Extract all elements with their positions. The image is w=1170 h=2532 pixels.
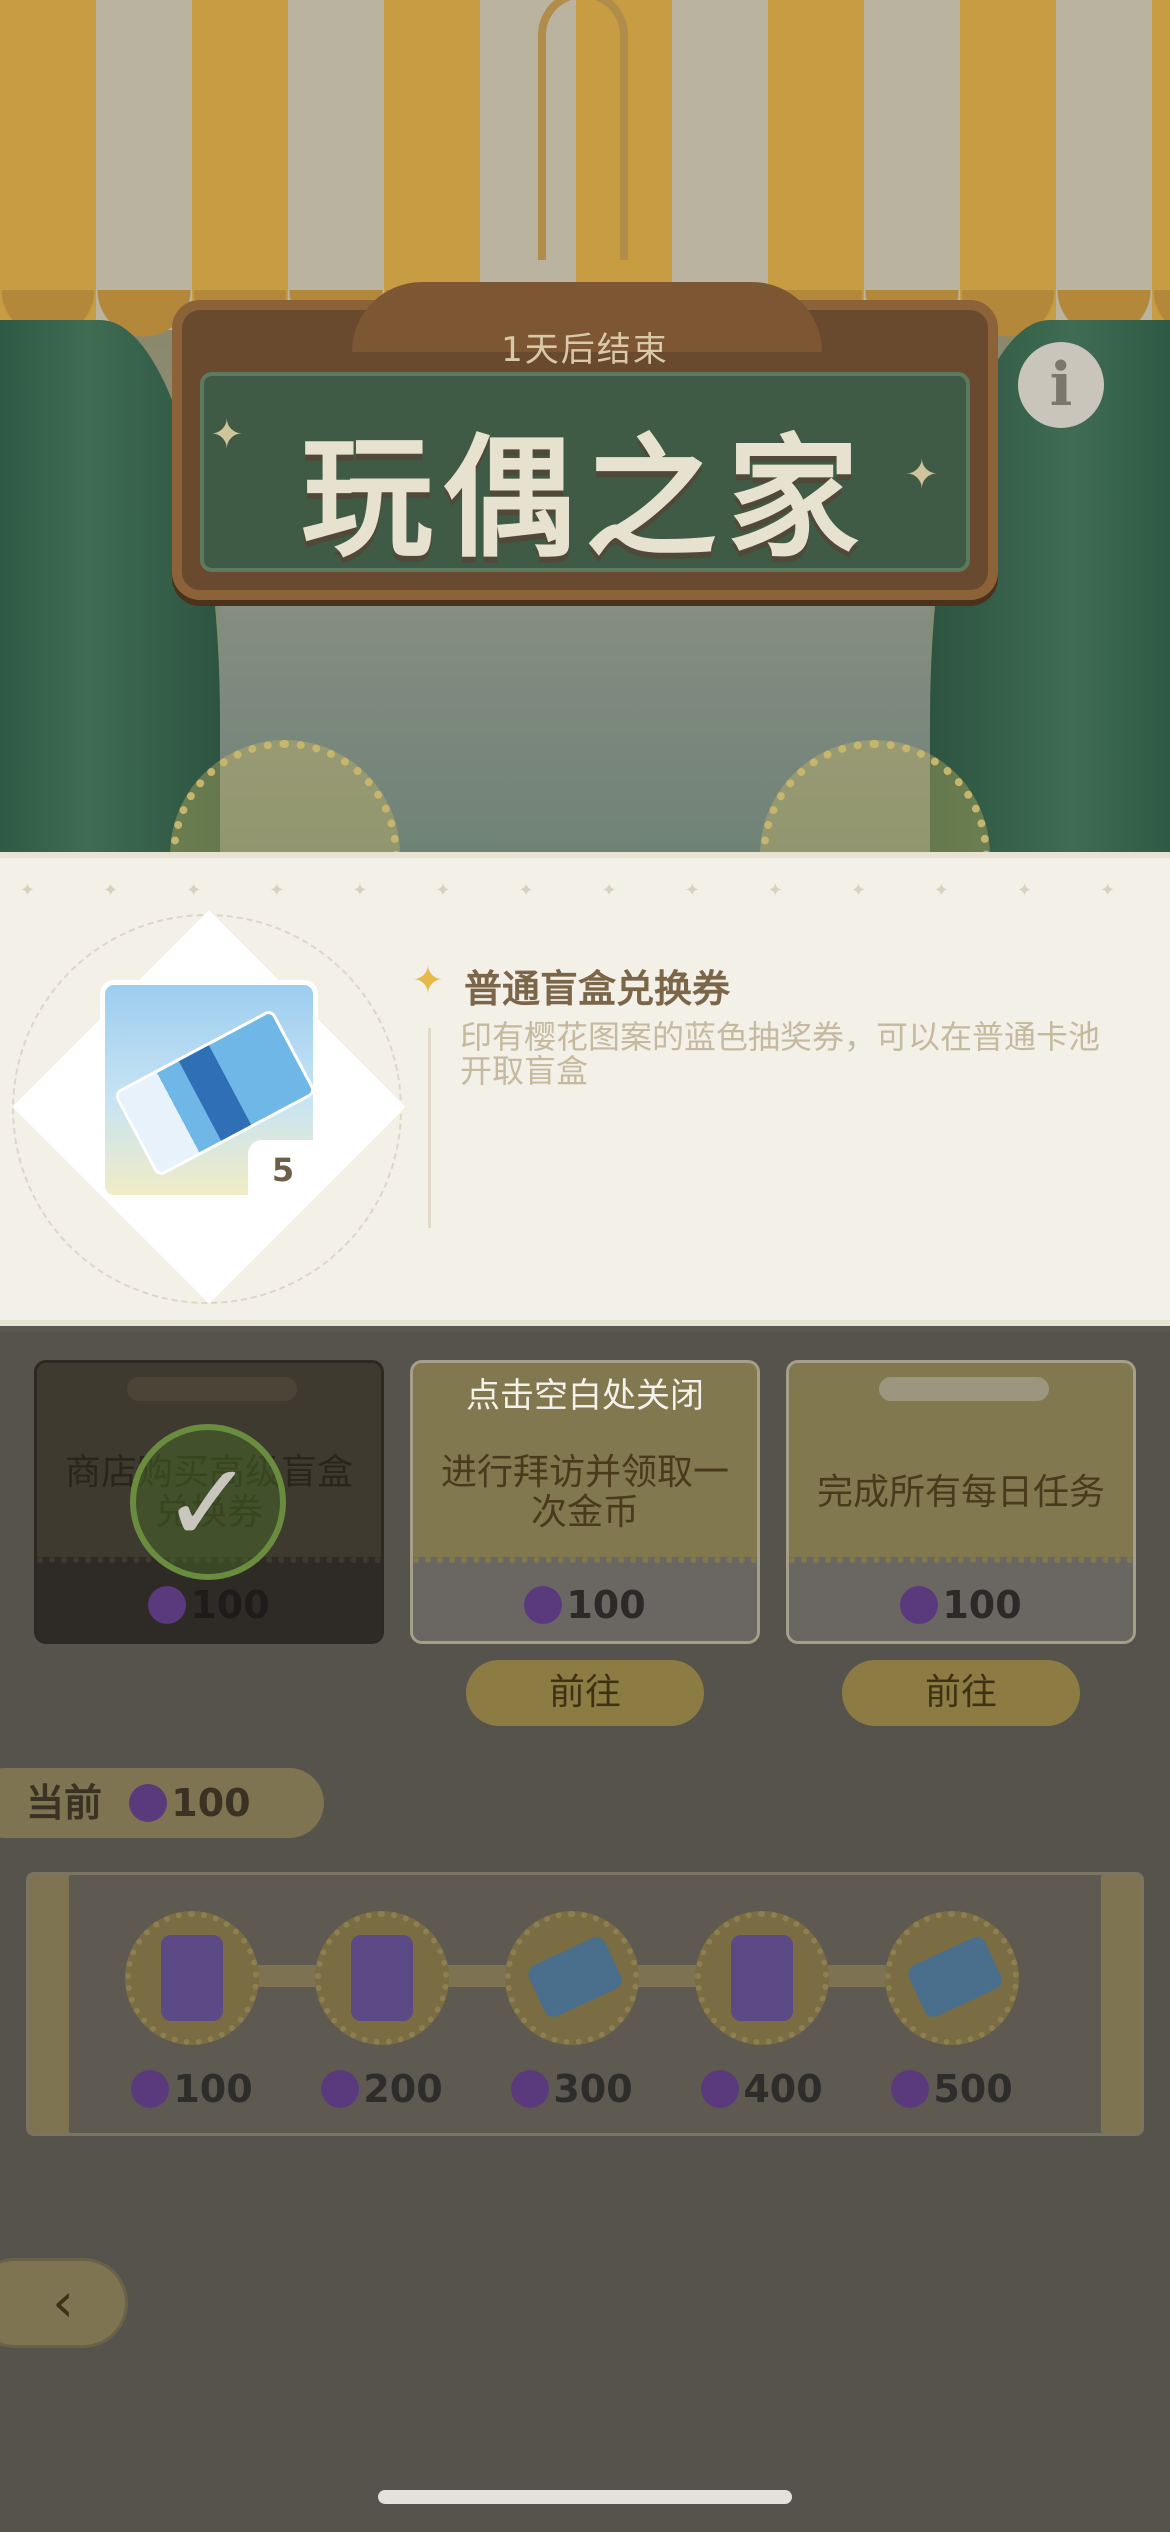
close-hint: 点击空白处关闭 xyxy=(466,1376,704,1416)
track-edge xyxy=(1101,1875,1141,2133)
sign-rope xyxy=(538,0,628,260)
moon-icon xyxy=(148,1586,187,1624)
ticket-icon xyxy=(525,1933,625,2021)
task-tag xyxy=(879,1377,1049,1401)
star-icon: ✦ xyxy=(412,958,444,1002)
moon-icon xyxy=(511,2070,550,2108)
event-banner: 1天后结束 玩偶之家 ✦ ✦ i xyxy=(0,0,1170,852)
task-reward: 100 xyxy=(789,1583,1133,1627)
milestone-value: 100 xyxy=(173,2067,253,2111)
milestone-track: 100 200 300 400 500 xyxy=(26,1872,1144,2136)
sparkle-icon: ✦ xyxy=(210,412,244,458)
milestone-label: 100 xyxy=(92,2067,292,2111)
current-points: 当前 100 xyxy=(0,1768,324,1838)
milestone-value: 300 xyxy=(553,2067,633,2111)
task-reward: 100 xyxy=(37,1583,381,1627)
milestone-reward[interactable] xyxy=(125,1911,259,2045)
milestone-reward[interactable] xyxy=(505,1911,639,2045)
event-title: 玩偶之家 xyxy=(301,422,869,576)
info-icon[interactable]: i xyxy=(1018,342,1104,428)
milestone-reward[interactable] xyxy=(885,1911,1019,2045)
milestone-value: 400 xyxy=(743,2067,823,2111)
milestone-reward[interactable] xyxy=(695,1911,829,2045)
item-name: 普通盲盒兑换券 xyxy=(464,967,731,1011)
moon-icon xyxy=(321,2070,360,2108)
hourglass-icon xyxy=(161,1935,223,2021)
sparkle-icon: ✦ xyxy=(905,452,939,498)
panel-border-dots: ✦✦✦✦✦✦✦✦✦✦✦✦✦✦ xyxy=(20,880,1150,900)
back-arrow-icon[interactable]: ‹ xyxy=(0,2258,128,2348)
item-description: 印有樱花图案的蓝色抽奖券，可以在普通卡池开取盲盒 xyxy=(460,1018,1101,1090)
milestone-value: 200 xyxy=(363,2067,443,2111)
go-button[interactable]: 前往 xyxy=(842,1660,1080,1726)
task-reward: 100 xyxy=(413,1583,757,1627)
task-reward-value: 100 xyxy=(566,1583,646,1627)
home-indicator[interactable] xyxy=(378,2490,792,2504)
check-icon: ✓ xyxy=(130,1424,286,1580)
milestone-reward[interactable] xyxy=(315,1911,449,2045)
moon-icon xyxy=(131,2070,170,2108)
task-reward-value: 100 xyxy=(942,1583,1022,1627)
item-quantity: 5 xyxy=(248,1140,318,1200)
ticket-stripe xyxy=(178,1045,252,1141)
task-text: 完成所有每日任务 xyxy=(816,1472,1105,1513)
milestone-value: 500 xyxy=(933,2067,1013,2111)
milestone-label: 200 xyxy=(282,2067,482,2111)
task-reward-value: 100 xyxy=(190,1583,270,1627)
hourglass-icon xyxy=(731,1935,793,2021)
moon-icon xyxy=(129,1784,168,1822)
current-label: 当前 xyxy=(26,1781,103,1825)
go-button[interactable]: 前往 xyxy=(466,1660,704,1726)
divider xyxy=(428,1028,431,1228)
task-tag xyxy=(127,1377,297,1401)
milestone-label: 500 xyxy=(852,2067,1052,2111)
item-detail-panel: ✦✦✦✦✦✦✦✦✦✦✦✦✦✦ 5 ✦ 普通盲盒兑换券 印有樱花图案的蓝色抽奖券，… xyxy=(0,852,1170,1326)
ticket-icon xyxy=(905,1933,1005,2021)
event-end-countdown: 1天后结束 xyxy=(501,330,669,370)
milestone-label: 300 xyxy=(472,2067,672,2111)
current-value: 100 xyxy=(171,1781,251,1825)
moon-icon xyxy=(524,1586,563,1624)
moon-icon xyxy=(701,2070,740,2108)
milestone-label: 400 xyxy=(662,2067,862,2111)
hourglass-icon xyxy=(351,1935,413,2021)
task-text: 进行拜访并领取一次金币 xyxy=(440,1452,729,1533)
moon-icon xyxy=(891,2070,930,2108)
track-edge xyxy=(29,1875,69,2133)
moon-icon xyxy=(900,1586,939,1624)
task-card: 完成所有每日任务 100 xyxy=(786,1360,1136,1644)
